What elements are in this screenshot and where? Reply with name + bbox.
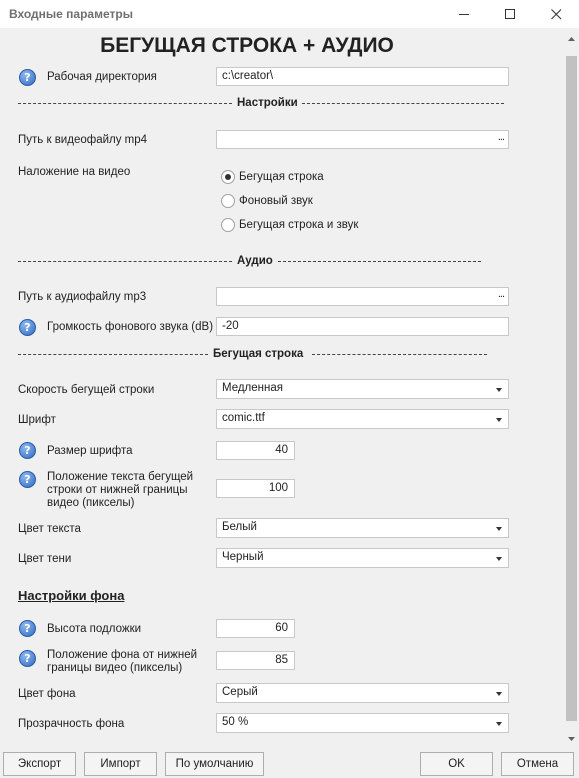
bg-opacity-label: Прозрачность фона — [18, 718, 125, 730]
radio-ticker[interactable] — [221, 170, 235, 184]
shadow-color-value: Черный — [222, 551, 264, 563]
question-icon[interactable]: ? — [19, 650, 36, 667]
question-icon[interactable]: ? — [19, 69, 36, 86]
video-path-label: Путь к видеофайлу mp4 — [18, 134, 148, 146]
font-select[interactable]: comic.ttf — [216, 409, 509, 429]
bg-position-label: Положение фона от нижней границы видео (… — [47, 649, 198, 674]
bg-color-label: Цвет фона — [18, 688, 76, 700]
font-label: Шрифт — [18, 414, 56, 426]
bg-color-select[interactable]: Серый — [216, 683, 509, 703]
bg-position-input[interactable]: 85 — [216, 651, 295, 670]
scroll-up-icon[interactable] — [564, 32, 579, 46]
bg-volume-input[interactable]: -20 — [216, 317, 509, 336]
shadow-color-label: Цвет тени — [18, 553, 72, 565]
section-settings-title: Настройки — [237, 97, 298, 109]
question-icon[interactable]: ? — [19, 471, 36, 488]
bg-settings-heading: Настройки фона — [18, 588, 125, 603]
radio-ticker-label[interactable]: Бегущая строка — [239, 171, 324, 183]
ticker-speed-select[interactable]: Медленная — [216, 379, 509, 399]
text-color-value: Белый — [222, 521, 257, 533]
chevron-down-icon — [496, 722, 502, 726]
font-size-input[interactable]: 40 — [216, 441, 295, 460]
vertical-scrollbar[interactable] — [564, 28, 579, 750]
shadow-color-select[interactable]: Черный — [216, 548, 509, 568]
bg-opacity-select[interactable]: 50 % — [216, 713, 509, 733]
browse-video-button[interactable]: ... — [498, 131, 505, 143]
scroll-down-icon[interactable] — [564, 732, 579, 746]
work-dir-label: Рабочая директория — [47, 71, 157, 83]
import-button[interactable]: Импорт — [84, 752, 157, 776]
text-color-label: Цвет текста — [18, 523, 81, 535]
separator-ticker: Бегущая строка — [18, 348, 504, 362]
chevron-down-icon — [496, 388, 502, 392]
text-position-input[interactable]: 100 — [216, 479, 295, 498]
question-icon[interactable]: ? — [19, 442, 36, 459]
overlay-label: Наложение на видео — [18, 166, 131, 178]
bg-opacity-value: 50 % — [222, 716, 249, 728]
bg-height-label: Высота подложки — [47, 623, 142, 635]
question-icon[interactable]: ? — [19, 620, 36, 637]
export-button[interactable]: Экспорт — [3, 752, 76, 776]
ok-button[interactable]: OK — [420, 752, 493, 776]
separator-audio: Аудио — [18, 255, 504, 269]
page-title: БЕГУЩАЯ СТРОКА + АУДИО — [100, 34, 394, 57]
text-color-select[interactable]: Белый — [216, 518, 509, 538]
font-size-label: Размер шрифта — [47, 445, 133, 457]
cancel-button[interactable]: Отмена — [501, 752, 574, 776]
section-audio-title: Аудио — [237, 255, 273, 267]
section-ticker-title: Бегущая строка — [213, 348, 304, 360]
video-path-input[interactable]: ... — [216, 130, 509, 149]
window-title: Входные параметры — [9, 7, 133, 21]
bg-color-value: Серый — [222, 686, 258, 698]
bg-height-input[interactable]: 60 — [216, 619, 295, 638]
radio-bg-sound[interactable] — [221, 194, 235, 208]
audio-path-input[interactable]: ... — [216, 287, 509, 306]
radio-bg-sound-label[interactable]: Фоновый звук — [239, 195, 313, 207]
ticker-speed-label: Скорость бегущей строки — [18, 384, 155, 396]
audio-path-label: Путь к аудиофайлу mp3 — [18, 291, 147, 303]
chevron-down-icon — [496, 418, 502, 422]
chevron-down-icon — [496, 527, 502, 531]
ticker-speed-value: Медленная — [222, 382, 283, 394]
default-button[interactable]: По умолчанию — [165, 752, 264, 776]
minimize-icon[interactable] — [441, 0, 487, 28]
separator-settings: Настройки — [18, 97, 504, 111]
chevron-down-icon — [496, 692, 502, 696]
radio-ticker-and-sound-label[interactable]: Бегущая строка и звук — [239, 219, 358, 231]
title-bar: Входные параметры — [0, 0, 579, 28]
work-dir-input[interactable]: c:\creator\ — [216, 67, 509, 86]
close-icon[interactable] — [533, 0, 579, 28]
text-position-label: Положение текста бегущей строки от нижне… — [47, 471, 194, 509]
font-value: comic.ttf — [222, 412, 265, 424]
settings-panel: БЕГУЩАЯ СТРОКА + АУДИО ? Рабочая директо… — [0, 28, 564, 750]
scrollbar-thumb[interactable] — [566, 56, 577, 721]
maximize-icon[interactable] — [487, 0, 533, 28]
radio-ticker-and-sound[interactable] — [221, 218, 235, 232]
browse-audio-button[interactable]: ... — [498, 288, 505, 300]
chevron-down-icon — [496, 557, 502, 561]
question-icon[interactable]: ? — [19, 319, 36, 336]
bg-volume-label: Громкость фонового звука (dB) — [47, 321, 214, 333]
